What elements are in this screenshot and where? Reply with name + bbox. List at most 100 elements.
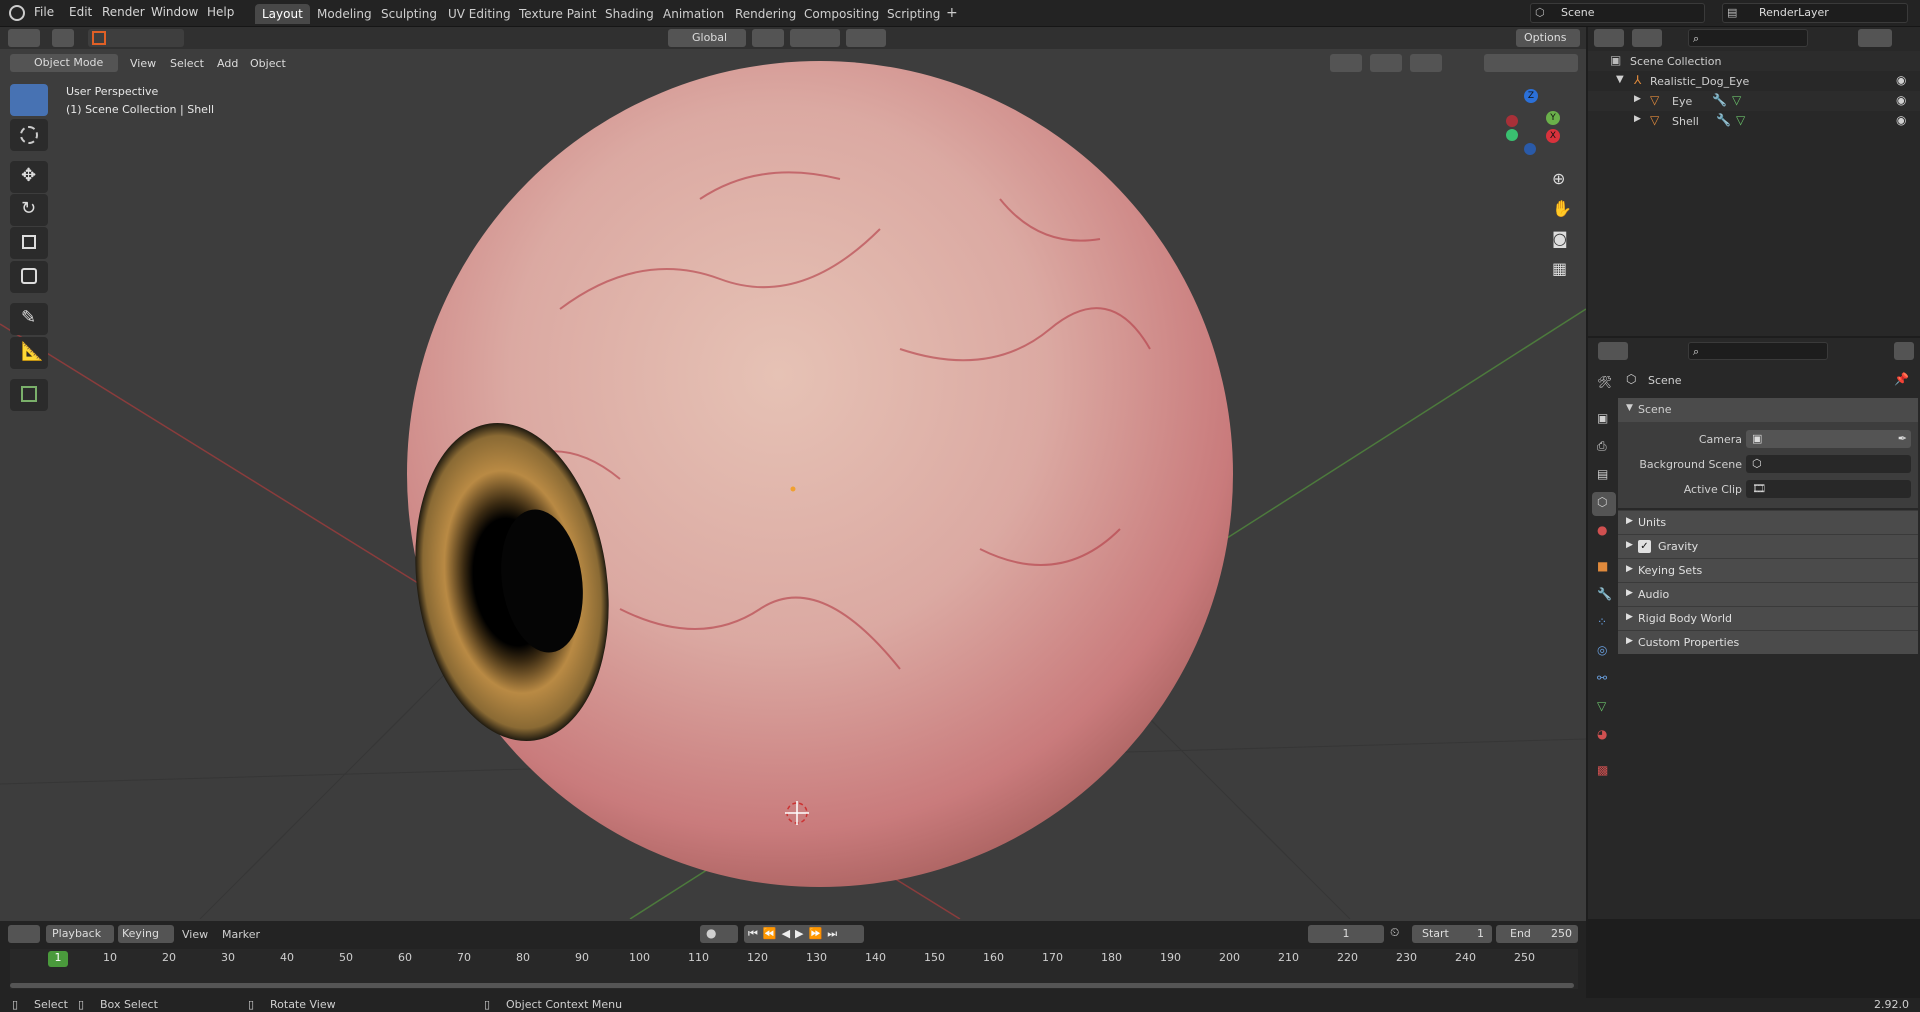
- tab-constraints[interactable]: ⚯: [1592, 668, 1616, 692]
- tab-shading[interactable]: Shading: [598, 4, 661, 24]
- gizmo-toggle[interactable]: [1370, 54, 1402, 72]
- 3d-viewport[interactable]: ✥ ↻ ✎ 📐 User Perspective (1) Scene Colle…: [0, 49, 1586, 929]
- tab-particles[interactable]: ⁘: [1592, 612, 1616, 636]
- eye-visibility-icon[interactable]: ◉: [1896, 113, 1906, 127]
- keying-dropdown[interactable]: Keying: [118, 925, 174, 943]
- tab-output[interactable]: ⎙: [1592, 436, 1616, 460]
- subpanel-custom-properties[interactable]: ▶ Custom Properties: [1618, 630, 1918, 654]
- background-scene-field[interactable]: ⬡: [1746, 455, 1911, 473]
- timeline-scrollbar[interactable]: [10, 983, 1574, 988]
- tab-animation[interactable]: Animation: [656, 4, 731, 24]
- record-button[interactable]: ●: [700, 925, 738, 943]
- pin-icon[interactable]: 📌: [1894, 372, 1909, 386]
- add-workspace-icon[interactable]: +: [946, 5, 958, 21]
- tab-compositing[interactable]: Compositing: [797, 4, 886, 24]
- menu-marker[interactable]: Marker: [222, 928, 260, 941]
- select-tool-button[interactable]: [52, 29, 74, 47]
- tab-data[interactable]: ▽: [1592, 696, 1616, 720]
- subpanel-units[interactable]: ▶ Units: [1618, 510, 1918, 534]
- tool-rotate[interactable]: ↻: [10, 194, 48, 226]
- camera-field[interactable]: ▣ ✒: [1746, 430, 1911, 448]
- tab-tool[interactable]: 🛠: [1592, 372, 1616, 396]
- current-frame-field[interactable]: 1: [1308, 925, 1384, 943]
- orientation-dropdown[interactable]: Global: [668, 29, 746, 47]
- tab-texture-paint[interactable]: Texture Paint: [512, 4, 603, 24]
- select-mode-buttons[interactable]: [88, 29, 184, 47]
- gizmo-neg-y[interactable]: [1506, 129, 1518, 141]
- overlay-toggle[interactable]: [1410, 54, 1442, 72]
- visibility-dropdown[interactable]: [1330, 54, 1362, 72]
- renderlayer-selector[interactable]: ▤ RenderLayer: [1722, 3, 1908, 23]
- tool-transform[interactable]: [10, 261, 48, 293]
- playback-dropdown[interactable]: Playback: [46, 925, 114, 943]
- outliner-row-collection[interactable]: ▼ ⅄ Realistic_Dog_Eye ◉: [1588, 71, 1920, 91]
- start-frame-field[interactable]: Start 1: [1412, 925, 1492, 943]
- gravity-checkbox[interactable]: ✓: [1638, 540, 1651, 553]
- subpanel-keying-sets[interactable]: ▶ Keying Sets: [1618, 558, 1918, 582]
- object-mode-dropdown[interactable]: Object Mode: [10, 54, 118, 72]
- timeline-editor-type[interactable]: [8, 925, 40, 943]
- eye-visibility-icon[interactable]: ◉: [1896, 73, 1906, 87]
- snap-dropdown[interactable]: [790, 29, 840, 47]
- outliner-row-shell[interactable]: ▶ ▽ Shell 🔧 ▽ ◉: [1588, 111, 1920, 131]
- menu-add[interactable]: Add: [217, 57, 238, 70]
- menu-render[interactable]: Render: [102, 5, 145, 19]
- ortho-grid-icon[interactable]: ▦: [1552, 259, 1567, 278]
- tool-add-cube[interactable]: [10, 379, 48, 411]
- tab-scripting[interactable]: Scripting: [880, 4, 947, 24]
- menu-window[interactable]: Window: [151, 5, 198, 19]
- tool-move[interactable]: ✥: [10, 161, 48, 193]
- properties-options[interactable]: [1894, 342, 1914, 360]
- tab-scene[interactable]: ⬡: [1592, 492, 1616, 516]
- gizmo-neg-x[interactable]: [1506, 115, 1518, 127]
- scene-selector[interactable]: ⬡ Scene: [1530, 3, 1705, 23]
- camera-view-icon[interactable]: ◙: [1552, 229, 1568, 248]
- filter-dropdown[interactable]: [1858, 29, 1892, 47]
- scene-panel-header[interactable]: ▼ Scene: [1618, 398, 1918, 422]
- menu-help[interactable]: Help: [207, 5, 234, 19]
- gizmo-z[interactable]: Z: [1524, 89, 1538, 103]
- outliner-search[interactable]: ⌕: [1688, 29, 1808, 47]
- active-clip-field[interactable]: 🎞: [1746, 480, 1911, 498]
- subpanel-audio[interactable]: ▶ Audio: [1618, 582, 1918, 606]
- end-frame-field[interactable]: End 250: [1496, 925, 1578, 943]
- menu-view[interactable]: View: [182, 928, 208, 941]
- subpanel-rigid-body-world[interactable]: ▶ Rigid Body World: [1618, 606, 1918, 630]
- tab-world[interactable]: ●: [1592, 520, 1616, 544]
- tab-layout[interactable]: Layout: [255, 4, 310, 24]
- tab-modeling[interactable]: Modeling: [310, 4, 379, 24]
- display-mode-dropdown[interactable]: [1632, 29, 1662, 47]
- gizmo-x[interactable]: X: [1546, 129, 1560, 143]
- gizmo-neg-z[interactable]: [1524, 143, 1536, 155]
- tab-modifiers[interactable]: 🔧: [1592, 584, 1616, 608]
- tab-physics[interactable]: ◎: [1592, 640, 1616, 664]
- subpanel-gravity[interactable]: ▶ ✓ Gravity: [1618, 534, 1918, 558]
- properties-search[interactable]: ⌕: [1688, 342, 1828, 360]
- current-frame-marker[interactable]: 1: [48, 951, 68, 967]
- editor-type-button[interactable]: [8, 29, 40, 47]
- pivot-dropdown[interactable]: [752, 29, 784, 47]
- zoom-icon[interactable]: ⊕: [1552, 169, 1565, 188]
- shading-modes[interactable]: [1484, 54, 1578, 72]
- tab-object[interactable]: ■: [1592, 556, 1616, 580]
- outliner-editor-type[interactable]: [1594, 29, 1624, 47]
- tool-cursor[interactable]: [10, 119, 48, 151]
- tool-select-box[interactable]: [10, 84, 48, 116]
- tab-sculpting[interactable]: Sculpting: [374, 4, 444, 24]
- clock-icon[interactable]: ⏲: [1390, 925, 1399, 940]
- menu-select[interactable]: Select: [170, 57, 204, 70]
- tab-rendering[interactable]: Rendering: [728, 4, 803, 24]
- tab-view-layer[interactable]: ▤: [1592, 464, 1616, 488]
- tool-scale[interactable]: [10, 227, 48, 259]
- menu-edit[interactable]: Edit: [69, 5, 92, 19]
- eye-visibility-icon[interactable]: ◉: [1896, 93, 1906, 107]
- menu-file[interactable]: File: [34, 5, 54, 19]
- tab-render[interactable]: ▣: [1592, 408, 1616, 432]
- outliner-row-root[interactable]: ▣ Scene Collection: [1588, 51, 1920, 71]
- outliner-row-eye[interactable]: ▶ ▽ Eye 🔧 ▽ ◉: [1588, 91, 1920, 111]
- proportional-edit[interactable]: [846, 29, 886, 47]
- menu-view[interactable]: View: [130, 57, 156, 70]
- properties-editor-type[interactable]: [1598, 342, 1628, 360]
- options-dropdown[interactable]: Options: [1516, 29, 1580, 47]
- navigation-gizmo[interactable]: Z Y X: [1500, 89, 1570, 159]
